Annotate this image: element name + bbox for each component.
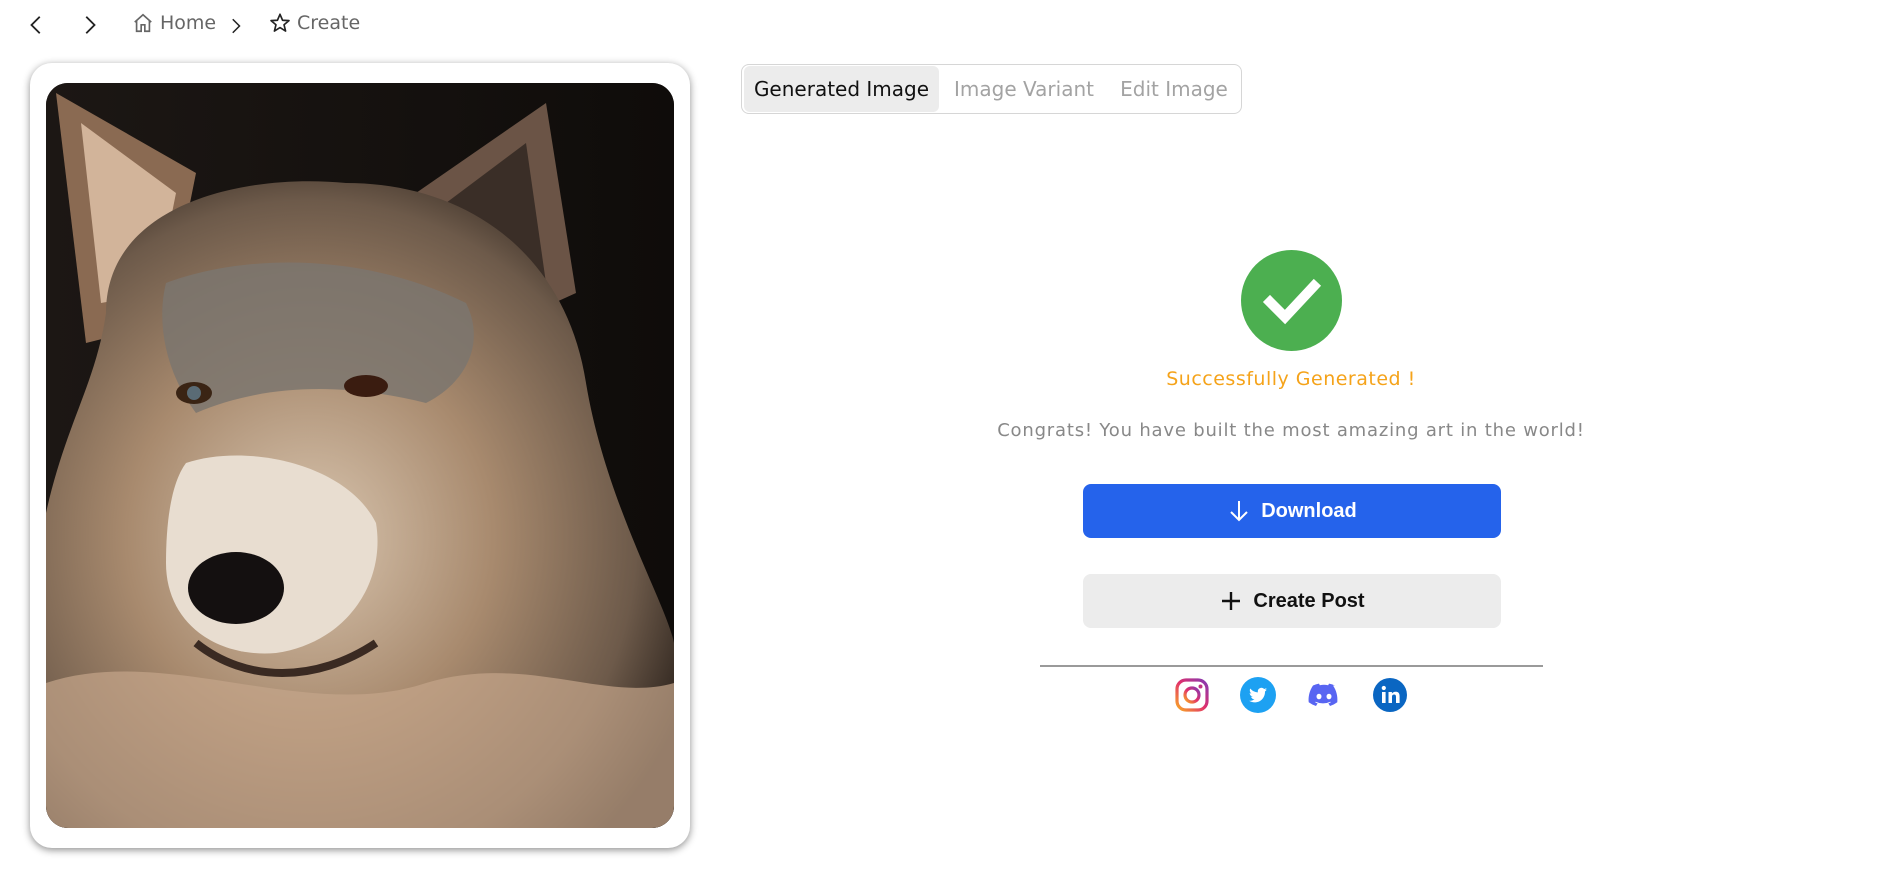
twitter-icon <box>1240 677 1276 713</box>
plus-icon <box>1222 592 1241 610</box>
forward-button[interactable] <box>74 10 104 40</box>
generated-image-card <box>30 63 690 848</box>
breadcrumb-home-label: Home <box>160 12 217 34</box>
discord-icon <box>1308 683 1338 706</box>
success-check-icon <box>1241 250 1342 351</box>
tab-image-variant[interactable]: Image Variant <box>939 66 1109 112</box>
tab-generated-image[interactable]: Generated Image <box>744 66 939 112</box>
success-message: Congrats! You have built the most amazin… <box>997 420 1585 441</box>
breadcrumb-separator <box>224 13 246 39</box>
wolf-image <box>46 83 674 828</box>
download-button[interactable]: Download <box>1083 484 1501 538</box>
discord-link[interactable] <box>1306 677 1342 713</box>
twitter-link[interactable] <box>1240 677 1276 713</box>
create-post-button-label: Create Post <box>1253 589 1365 612</box>
image-mode-tabs: Generated Image Image Variant Edit Image <box>741 64 1242 114</box>
download-button-label: Download <box>1261 499 1357 522</box>
share-divider <box>1040 665 1543 667</box>
back-button[interactable] <box>22 10 52 40</box>
linkedin-icon <box>1373 678 1407 712</box>
home-icon <box>134 13 152 33</box>
generated-image <box>46 83 674 828</box>
breadcrumb-home[interactable]: Home <box>132 12 216 34</box>
tab-edit-image[interactable]: Edit Image <box>1109 66 1239 112</box>
arrow-down-icon <box>1230 501 1248 522</box>
chevron-left-icon <box>30 16 41 34</box>
linkedin-link[interactable] <box>1372 677 1408 713</box>
instagram-icon <box>1175 678 1209 712</box>
create-post-button[interactable]: Create Post <box>1083 574 1501 628</box>
chevron-right-icon <box>232 18 241 34</box>
breadcrumb-create-label: Create <box>297 12 361 34</box>
social-share-links <box>1174 677 1408 713</box>
success-title: Successfully Generated ! <box>1166 368 1416 390</box>
breadcrumb-create[interactable]: Create <box>269 12 360 34</box>
top-navigation-bar: Home Create <box>0 0 1901 52</box>
chevron-right-icon <box>85 16 96 34</box>
instagram-link[interactable] <box>1174 677 1210 713</box>
star-icon <box>270 13 290 32</box>
